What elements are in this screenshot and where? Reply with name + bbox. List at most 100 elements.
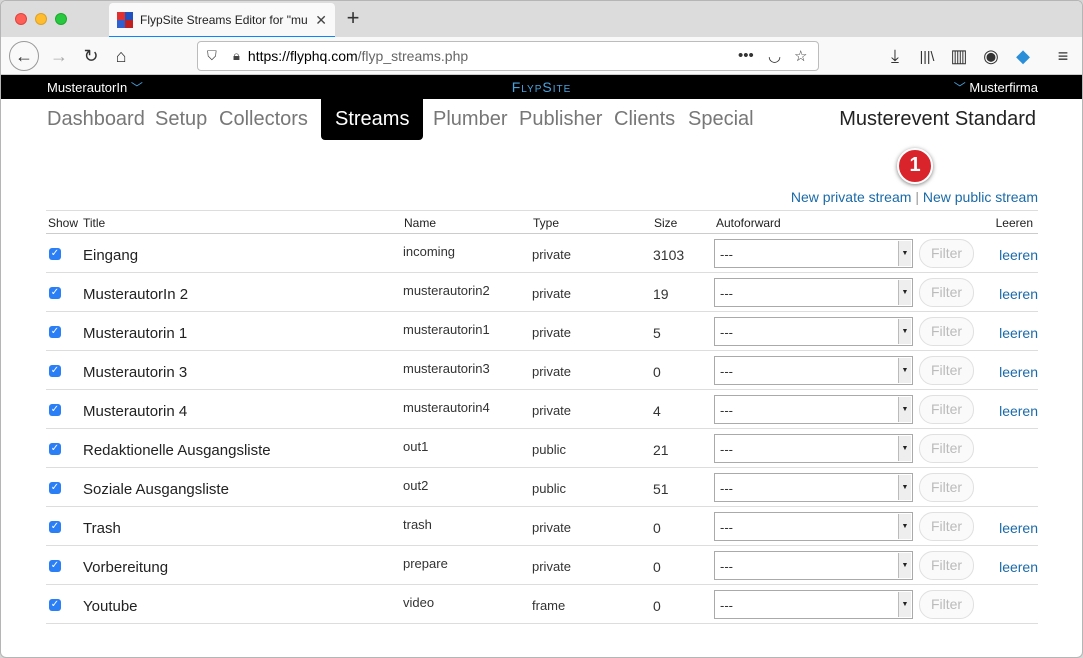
stream-name: trash	[403, 517, 432, 532]
filter-button[interactable]: Filter	[919, 551, 974, 580]
leeren-link[interactable]: leeren	[999, 520, 1038, 536]
nav-plumber[interactable]: Plumber	[433, 108, 507, 131]
autoforward-value: ---	[720, 247, 733, 262]
autoforward-select[interactable]: --- ▼	[714, 356, 913, 385]
filter-button[interactable]: Filter	[919, 239, 974, 268]
filter-button[interactable]: Filter	[919, 356, 974, 385]
autoforward-select[interactable]: --- ▼	[714, 473, 913, 502]
leeren-link[interactable]: leeren	[999, 403, 1038, 419]
nav-collectors[interactable]: Collectors	[219, 108, 308, 131]
show-checkbox[interactable]: ✓	[49, 521, 61, 533]
nav-streams[interactable]: Streams	[321, 99, 424, 140]
dropdown-arrow-icon[interactable]: ▼	[898, 475, 911, 500]
library-icon[interactable]: |||\	[913, 43, 941, 69]
nav-clients[interactable]: Clients	[614, 108, 675, 131]
stream-type: private	[532, 364, 572, 379]
filter-button[interactable]: Filter	[919, 434, 974, 463]
show-checkbox[interactable]: ✓	[49, 404, 61, 416]
table-header: Show Title Name Type Size Autoforward Le…	[46, 210, 1038, 234]
forward-arrow-icon[interactable]: →	[45, 43, 73, 69]
lock-icon[interactable]: 🔒︎	[233, 48, 240, 64]
show-checkbox[interactable]: ✓	[49, 326, 61, 338]
autoforward-select[interactable]: --- ▼	[714, 395, 913, 424]
autoforward-value: ---	[720, 403, 733, 418]
page-actions-icon[interactable]: •••	[738, 47, 754, 64]
filter-button[interactable]: Filter	[919, 317, 974, 346]
stream-size: 3103	[653, 247, 685, 263]
table-row: ✓ MusterautorIn 2 musterautorin2 private 19 -…	[46, 273, 1038, 312]
show-checkbox[interactable]: ✓	[49, 365, 61, 377]
filter-button[interactable]: Filter	[919, 512, 974, 541]
show-checkbox[interactable]: ✓	[49, 443, 61, 455]
company-menu[interactable]: ﹀ Musterfirma	[954, 79, 1038, 96]
nav-setup[interactable]: Setup	[155, 108, 207, 131]
url-text: https://flyphq.com/flyp_streams.php	[248, 48, 468, 64]
dolphin-extension-icon[interactable]: ◆	[1009, 43, 1037, 69]
table-row: ✓ Musterautorin 4 musterautorin4 private 4 --…	[46, 390, 1038, 429]
autoforward-select[interactable]: --- ▼	[714, 551, 913, 580]
new-stream-links: New private stream | New public stream	[791, 189, 1038, 205]
home-icon[interactable]: ⌂	[107, 43, 135, 69]
new-private-stream-link[interactable]: New private stream	[791, 189, 912, 205]
autoforward-select[interactable]: --- ▼	[714, 434, 913, 463]
account-icon[interactable]: ◉	[977, 43, 1005, 69]
dropdown-arrow-icon[interactable]: ▼	[898, 397, 911, 422]
leeren-link[interactable]: leeren	[999, 247, 1038, 263]
close-window-button[interactable]	[15, 13, 27, 25]
dropdown-arrow-icon[interactable]: ▼	[898, 358, 911, 383]
sidebar-icon[interactable]: ▥	[945, 43, 973, 69]
stream-name: musterautorin4	[403, 400, 490, 415]
show-checkbox[interactable]: ✓	[49, 248, 61, 260]
dropdown-arrow-icon[interactable]: ▼	[898, 319, 911, 344]
stream-title: Youtube	[83, 598, 138, 615]
col-title: Title	[83, 216, 106, 230]
filter-button[interactable]: Filter	[919, 473, 974, 502]
leeren-link[interactable]: leeren	[999, 325, 1038, 341]
menu-icon[interactable]: ≡	[1049, 43, 1077, 69]
show-checkbox[interactable]: ✓	[49, 599, 61, 611]
tab-title: FlypSite Streams Editor for "mu	[140, 13, 308, 27]
back-arrow-icon[interactable]: ←	[9, 41, 39, 71]
dropdown-arrow-icon[interactable]: ▼	[898, 514, 911, 539]
leeren-link[interactable]: leeren	[999, 286, 1038, 302]
stream-name: musterautorin1	[403, 322, 490, 337]
dropdown-arrow-icon[interactable]: ▼	[898, 553, 911, 578]
autoforward-select[interactable]: --- ▼	[714, 317, 913, 346]
table-row: ✓ Youtube video frame 0 --- ▼ Filter	[46, 585, 1038, 624]
navigation-bar: ← → ↻ ⌂ ⛉ 🔒︎ https://flyphq.com/flyp_str…	[1, 37, 1082, 75]
filter-button[interactable]: Filter	[919, 395, 974, 424]
pocket-icon[interactable]: ◡	[768, 47, 781, 65]
bookmark-star-icon[interactable]: ☆	[794, 47, 807, 65]
stream-title: Redaktionelle Ausgangsliste	[83, 442, 271, 459]
close-tab-icon[interactable]: ✕	[315, 12, 327, 29]
show-checkbox[interactable]: ✓	[49, 287, 61, 299]
autoforward-select[interactable]: --- ▼	[714, 239, 913, 268]
dropdown-arrow-icon[interactable]: ▼	[898, 280, 911, 305]
autoforward-select[interactable]: --- ▼	[714, 278, 913, 307]
address-bar[interactable]: ⛉ 🔒︎ https://flyphq.com/flyp_streams.php…	[197, 41, 819, 71]
dropdown-arrow-icon[interactable]: ▼	[898, 436, 911, 461]
show-checkbox[interactable]: ✓	[49, 560, 61, 572]
col-leeren: Leeren	[995, 216, 1033, 230]
dropdown-arrow-icon[interactable]: ▼	[898, 241, 911, 266]
filter-button[interactable]: Filter	[919, 278, 974, 307]
new-public-stream-link[interactable]: New public stream	[923, 189, 1038, 205]
leeren-link[interactable]: leeren	[999, 364, 1038, 380]
shield-icon[interactable]: ⛉	[207, 48, 223, 64]
new-tab-icon[interactable]: +	[341, 5, 365, 31]
minimize-window-button[interactable]	[35, 13, 47, 25]
autoforward-select[interactable]: --- ▼	[714, 512, 913, 541]
show-checkbox[interactable]: ✓	[49, 482, 61, 494]
download-icon[interactable]: ⤓	[881, 43, 909, 69]
nav-special[interactable]: Special	[688, 108, 754, 131]
dropdown-arrow-icon[interactable]: ▼	[898, 592, 911, 617]
nav-dashboard[interactable]: Dashboard	[47, 108, 145, 131]
filter-button[interactable]: Filter	[919, 590, 974, 619]
nav-publisher[interactable]: Publisher	[519, 108, 602, 131]
zoom-window-button[interactable]	[55, 13, 67, 25]
reload-icon[interactable]: ↻	[77, 43, 105, 69]
table-row: ✓ Trash trash private 0 --- ▼ Filter leeren	[46, 507, 1038, 546]
leeren-link[interactable]: leeren	[999, 559, 1038, 575]
autoforward-select[interactable]: --- ▼	[714, 590, 913, 619]
browser-tab[interactable]: FlypSite Streams Editor for "mu ✕	[109, 3, 335, 37]
